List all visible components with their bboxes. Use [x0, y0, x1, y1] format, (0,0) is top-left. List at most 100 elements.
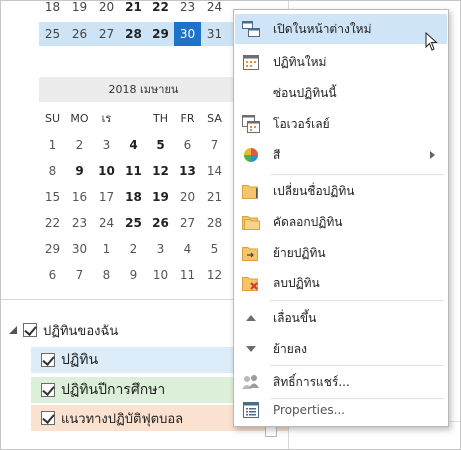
menu-separator: [270, 174, 444, 175]
weekday-header: SU MO เร เร TH FR SA: [39, 109, 228, 129]
menu-separator: [270, 365, 444, 366]
calendar-day[interactable]: 22: [147, 1, 174, 19]
calendar-week-row: 29 30 1 2 3 4 5: [39, 236, 228, 262]
calendar-day[interactable]: 25: [39, 22, 66, 46]
calendar-day[interactable]: 18: [120, 184, 147, 210]
calendar-day[interactable]: 23: [174, 1, 201, 19]
calendar-day[interactable]: 30: [66, 236, 93, 262]
menu-item-new-calendar[interactable]: ปฏิทินใหม่: [235, 47, 447, 77]
calendar-day[interactable]: 12: [147, 158, 174, 184]
sharing-permissions-icon: [241, 372, 261, 392]
calendar-day-today[interactable]: 30: [174, 22, 201, 46]
calendar-week-row: 22 23 24 25 26 27 28: [39, 210, 228, 236]
calendar-day[interactable]: 29: [147, 22, 174, 46]
calendar-day[interactable]: 26: [147, 210, 174, 236]
calendar-day[interactable]: 23: [66, 210, 93, 236]
calendar-day[interactable]: 2: [120, 236, 147, 262]
calendar-day[interactable]: 10: [93, 158, 120, 184]
calendar-day[interactable]: 21: [120, 1, 147, 19]
menu-item-label: Properties...: [273, 403, 346, 417]
calendar-day[interactable]: 28: [120, 22, 147, 46]
calendar-day[interactable]: 20: [174, 184, 201, 210]
calendar-day[interactable]: 27: [174, 210, 201, 236]
calendar-day[interactable]: 7: [201, 132, 228, 158]
menu-item-label: สิทธิ์การแชร์...: [273, 374, 350, 389]
calendar-day[interactable]: 5: [147, 132, 174, 158]
menu-item-label: ย้ายปฏิทิน: [273, 245, 326, 260]
calendar-day[interactable]: 17: [93, 184, 120, 210]
menu-item-sharing-permissions[interactable]: สิทธิ์การแชร์...: [235, 367, 447, 397]
calendar-day[interactable]: 16: [66, 184, 93, 210]
calendar-day[interactable]: 24: [93, 210, 120, 236]
move-up-icon: [241, 308, 261, 328]
menu-item-label: สี: [273, 147, 281, 162]
calendar-day[interactable]: 13: [174, 158, 201, 184]
calendar-day[interactable]: 25: [120, 210, 147, 236]
menu-item-label: เปิดในหน้าต่างใหม่: [273, 21, 372, 36]
calendar-week-row: 18 19 20 21 22 23 24: [39, 1, 228, 19]
calendar-day[interactable]: 3: [93, 132, 120, 158]
calendar-day[interactable]: 4: [174, 236, 201, 262]
calendar-day[interactable]: 7: [66, 262, 93, 288]
calendar-day[interactable]: 2: [66, 132, 93, 158]
calendar-day[interactable]: 22: [39, 210, 66, 236]
calendar-day[interactable]: 3: [147, 236, 174, 262]
open-new-window-icon: [241, 19, 261, 39]
calendar-day[interactable]: 11: [174, 262, 201, 288]
menu-item-color[interactable]: สี: [235, 140, 447, 170]
calendar-day[interactable]: 9: [66, 158, 93, 184]
calendar-day[interactable]: 6: [174, 132, 201, 158]
calendar-day[interactable]: 18: [39, 1, 66, 19]
calendar-day[interactable]: 1: [39, 132, 66, 158]
checkbox-icon[interactable]: [41, 383, 55, 397]
move-down-icon: [241, 339, 261, 359]
context-menu: เปิดในหน้าต่างใหม่ ปฏิทินใหม่ ซ่อนปฏิทิน…: [233, 9, 449, 427]
calendar-day[interactable]: 19: [66, 1, 93, 19]
calendar-day[interactable]: 5: [201, 236, 228, 262]
menu-item-open-in-new-window[interactable]: เปิดในหน้าต่างใหม่: [235, 14, 447, 44]
calendar-day[interactable]: 9: [120, 262, 147, 288]
menu-item-hide-calendar[interactable]: ซ่อนปฏิทินนี้: [235, 78, 447, 108]
calendar-day[interactable]: 4: [120, 132, 147, 158]
calendar-day[interactable]: 27: [93, 22, 120, 46]
calendar-day[interactable]: 21: [201, 184, 228, 210]
menu-item-delete-calendar[interactable]: ลบปฏิทิน: [235, 268, 447, 298]
checkbox-icon[interactable]: [41, 411, 55, 425]
menu-item-label: ซ่อนปฏิทินนี้: [273, 85, 337, 100]
new-calendar-icon: [241, 52, 261, 72]
calendar-day[interactable]: 12: [201, 262, 228, 288]
calendar-day[interactable]: 10: [147, 262, 174, 288]
menu-item-move-up[interactable]: เลื่อนขึ้น: [235, 303, 447, 333]
calendar-day[interactable]: 14: [201, 158, 228, 184]
menu-item-overlay[interactable]: โอเวอร์เลย์: [235, 109, 447, 139]
calendar-day[interactable]: 11: [120, 158, 147, 184]
calendar-day[interactable]: 8: [39, 158, 66, 184]
delete-folder-icon: [241, 273, 261, 293]
calendar-day[interactable]: 15: [39, 184, 66, 210]
menu-item-rename-calendar[interactable]: เปลี่ยนชื่อปฏิทิน: [235, 176, 447, 206]
calendar-day[interactable]: 6: [39, 262, 66, 288]
calendar-day[interactable]: 31: [201, 22, 228, 46]
menu-item-properties[interactable]: Properties...: [235, 395, 447, 425]
calendar-day[interactable]: 20: [93, 1, 120, 19]
menu-item-move-down[interactable]: ย้ายลง: [235, 334, 447, 364]
collapse-caret-icon[interactable]: [9, 326, 17, 334]
calendar-group-my-calendars[interactable]: ปฏิทินของฉัน: [9, 319, 118, 341]
calendar-day[interactable]: 19: [147, 184, 174, 210]
calendar-week-row: 6 7 8 9 10 11 12: [39, 262, 228, 288]
checkbox-icon[interactable]: [41, 353, 55, 367]
calendar-day[interactable]: 24: [201, 1, 228, 19]
calendar-day[interactable]: 29: [39, 236, 66, 262]
calendar-day[interactable]: 1: [93, 236, 120, 262]
calendar-day[interactable]: 28: [201, 210, 228, 236]
menu-item-label: เปลี่ยนชื่อปฏิทิน: [273, 183, 355, 198]
checkbox-icon[interactable]: [23, 323, 37, 337]
menu-item-label: ลบปฏิทิน: [273, 275, 320, 290]
menu-item-copy-calendar[interactable]: คัดลอกปฏิทิน: [235, 207, 447, 237]
calendar-day[interactable]: 8: [93, 262, 120, 288]
copy-folder-icon: [241, 212, 261, 232]
properties-icon: [241, 400, 261, 420]
calendar-day[interactable]: 26: [66, 22, 93, 46]
menu-item-label: เลื่อนขึ้น: [273, 310, 317, 325]
menu-item-move-calendar[interactable]: ย้ายปฏิทิน: [235, 238, 447, 268]
